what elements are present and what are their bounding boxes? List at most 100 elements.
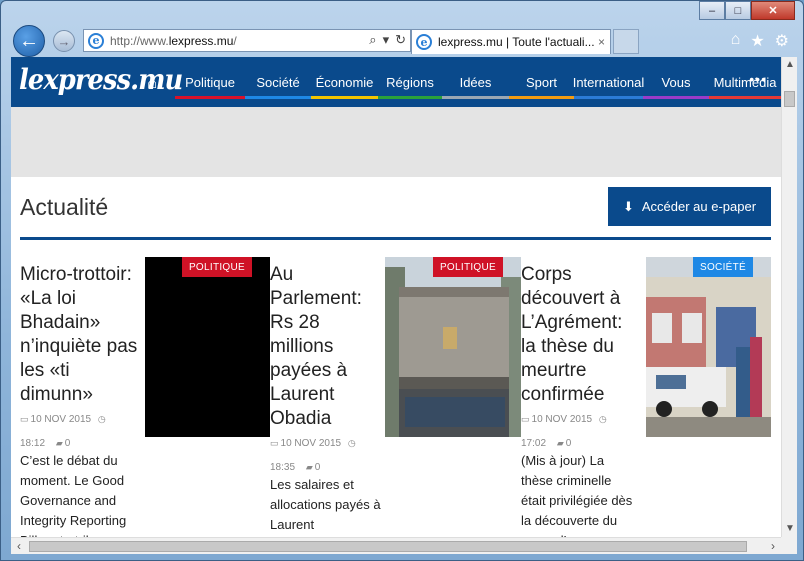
- clock-icon: ◷: [97, 414, 106, 424]
- police-station-photo: [646, 257, 771, 437]
- maximize-button[interactable]: □: [725, 1, 751, 20]
- download-icon: ⬇: [622, 198, 634, 214]
- article-time: 18:12: [20, 438, 46, 449]
- nav-color-bar: [311, 96, 378, 99]
- scroll-right-icon[interactable]: ›: [765, 538, 781, 554]
- calendar-icon: ▭: [270, 438, 279, 448]
- clock-icon: ◷: [347, 438, 356, 448]
- refresh-icon[interactable]: ↻: [395, 32, 406, 48]
- scroll-down-icon[interactable]: ▼: [782, 521, 798, 537]
- tab-title: lexpress.mu | Toute l'actuali...: [438, 35, 594, 49]
- article-meta-time: 18:35 ▰ 0: [270, 461, 388, 474]
- search-icon[interactable]: ⌕: [369, 32, 376, 48]
- scroll-up-icon[interactable]: ▲: [782, 57, 798, 73]
- section-title: Actualité: [20, 194, 109, 220]
- ad-banner: [11, 107, 781, 177]
- calendar-icon: ▭: [521, 414, 530, 424]
- new-tab-button[interactable]: [613, 29, 639, 54]
- horizontal-scrollbar[interactable]: ‹ ›: [11, 537, 781, 554]
- comment-count: 0: [64, 438, 71, 449]
- epaper-button[interactable]: ⬇ Accéder au e-paper: [608, 187, 771, 226]
- nav-color-bar: [245, 96, 311, 99]
- article-meta-time: 17:02 ▰ 0: [521, 437, 639, 450]
- scroll-thumb[interactable]: [29, 541, 747, 552]
- browser-right-icons: ⌂ ★ ⚙: [731, 31, 789, 51]
- address-icons: ⌕ ▾ ↻: [369, 32, 406, 48]
- minimize-button[interactable]: –: [699, 1, 725, 20]
- tab-close-icon[interactable]: ×: [598, 35, 605, 49]
- close-window-button[interactable]: ✕: [751, 1, 795, 20]
- article-image[interactable]: POLITIQUE: [385, 257, 521, 437]
- more-menu-icon[interactable]: •••: [749, 71, 767, 87]
- article-meta: ▭ 10 NOV 2015 ◷: [521, 413, 639, 426]
- browser-toolbar: ← → e http://www.lexpress.mu/ ⌕ ▾ ↻ e le…: [11, 25, 793, 57]
- comment-count: 0: [565, 438, 572, 449]
- article-date: 10 NOV 2015: [30, 414, 92, 425]
- nav-color-bar: [643, 96, 709, 99]
- building-photo: [385, 257, 521, 437]
- article-title[interactable]: Micro-trottoir: «La loi Bhadain» n’inqui…: [20, 263, 138, 407]
- forward-button[interactable]: →: [53, 30, 75, 52]
- comment-icon: ▰: [556, 438, 564, 448]
- article-excerpt: C’est le débat du moment. Le Good Govern…: [20, 453, 127, 537]
- back-button[interactable]: ←: [13, 25, 45, 57]
- comment-icon: ▰: [305, 462, 313, 472]
- main-nav: Politique Société Économie Régions Idées…: [175, 57, 781, 107]
- nav-color-bar: [709, 96, 781, 99]
- article-date: 10 NOV 2015: [531, 414, 593, 425]
- category-badge[interactable]: POLITIQUE: [432, 257, 503, 277]
- dropdown-icon[interactable]: ▾: [383, 32, 390, 48]
- nav-item-societe[interactable]: Société: [245, 57, 311, 107]
- nav-item-international[interactable]: International: [573, 57, 644, 107]
- category-badge[interactable]: SOCIÉTÉ: [693, 257, 753, 277]
- settings-icon[interactable]: ⚙: [775, 31, 789, 51]
- nav-item-regions[interactable]: Régions: [378, 57, 442, 107]
- nav-color-bar: [442, 96, 509, 99]
- article-meta: ▭ 10 NOV 2015 ◷: [270, 437, 388, 450]
- site-logo[interactable]: lexpress.mu: [19, 63, 183, 96]
- category-badge[interactable]: POLITIQUE: [181, 257, 252, 277]
- article-image[interactable]: SOCIÉTÉ: [646, 257, 771, 437]
- nav-color-bar: [378, 96, 442, 99]
- comment-count: 0: [314, 462, 321, 473]
- vertical-scrollbar[interactable]: ▲ ▼: [781, 57, 797, 537]
- article-image[interactable]: POLITIQUE: [145, 257, 270, 437]
- section-divider: [20, 237, 771, 240]
- article-excerpt: Les salaires et allocations payés à Laur…: [270, 477, 381, 532]
- page-viewport: lexpress.mu ⌂ Politique Société Économie…: [11, 57, 781, 537]
- article-title[interactable]: Au Parlement: Rs 28 millions payées à La…: [270, 263, 370, 431]
- site-header: lexpress.mu ⌂ Politique Société Économie…: [11, 57, 781, 107]
- window-controls: – □ ✕: [699, 1, 795, 20]
- site-home-icon[interactable]: ⌂: [147, 73, 157, 93]
- nav-item-idees[interactable]: Idées: [442, 57, 509, 107]
- tab-favicon-icon: e: [416, 34, 432, 50]
- ie-page-icon: e: [88, 32, 104, 49]
- article-excerpt: (Mis à jour) La thèse criminelle était p…: [521, 453, 633, 537]
- clock-icon: ◷: [598, 414, 607, 424]
- nav-item-vous[interactable]: Vous: [643, 57, 709, 107]
- nav-item-politique[interactable]: Politique: [175, 57, 245, 107]
- calendar-icon: ▭: [20, 414, 29, 424]
- nav-item-economie[interactable]: Économie: [311, 57, 378, 107]
- nav-color-bar: [509, 96, 574, 99]
- nav-color-bar: [574, 96, 643, 99]
- scroll-left-icon[interactable]: ‹: [11, 538, 27, 554]
- comment-icon: ▰: [55, 438, 63, 448]
- article-date: 10 NOV 2015: [280, 438, 342, 449]
- favorites-icon[interactable]: ★: [750, 31, 764, 51]
- browser-window: – □ ✕ ← → e http://www.lexpress.mu/ ⌕ ▾ …: [0, 0, 804, 561]
- epaper-label: Accéder au e-paper: [641, 199, 757, 214]
- home-icon[interactable]: ⌂: [731, 31, 741, 51]
- browser-tab[interactable]: e lexpress.mu | Toute l'actuali... ×: [411, 29, 611, 54]
- article-title[interactable]: Corps découvert à L’Agrément: la thèse d…: [521, 263, 639, 407]
- article-meta: ▭ 10 NOV 2015 ◷: [20, 413, 138, 426]
- address-bar[interactable]: e http://www.lexpress.mu/ ⌕ ▾ ↻: [83, 29, 411, 52]
- article-time: 18:35: [270, 462, 296, 473]
- url-text[interactable]: http://www.lexpress.mu/: [110, 34, 237, 48]
- article-time: 17:02: [521, 438, 547, 449]
- nav-item-sport[interactable]: Sport: [509, 57, 574, 107]
- nav-color-bar: [175, 96, 245, 99]
- article-meta-time: 18:12 ▰ 0: [20, 437, 138, 450]
- nav-item-multimedia[interactable]: Multimédia: [709, 57, 781, 107]
- scroll-thumb[interactable]: [784, 91, 795, 107]
